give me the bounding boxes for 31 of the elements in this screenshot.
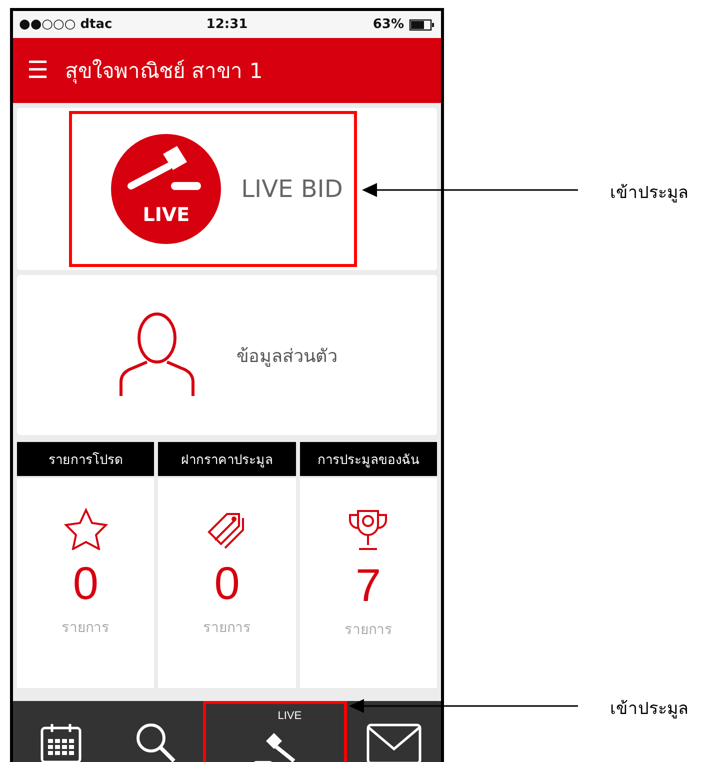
profile-label: ข้อมูลส่วนตัว xyxy=(236,344,338,369)
stat-unit: รายการ xyxy=(62,619,110,638)
stat-card[interactable]: 0 รายการ xyxy=(158,478,296,688)
stat-unit: รายการ xyxy=(344,621,392,640)
battery-icon xyxy=(409,18,435,30)
stat-header: การประมูลของฉัน xyxy=(300,442,437,476)
annotation-label: เข้าประมูล xyxy=(610,698,688,721)
menu-button[interactable]: ☰ xyxy=(27,56,49,85)
live-bid-card[interactable]: LIVE LIVE BID xyxy=(17,108,437,270)
stat-header: ฝากราคาประมูล xyxy=(158,442,296,476)
stat-unit: รายการ xyxy=(202,619,251,638)
battery-percent: 63% xyxy=(372,17,404,32)
stat-count: 7 xyxy=(356,558,382,612)
stat-header: รายการโปรด xyxy=(17,442,154,476)
live-gavel-icon: LIVE xyxy=(111,134,222,244)
stat-count: 0 xyxy=(214,556,240,610)
clock-time: 12:31 xyxy=(206,17,248,32)
tab-bar-button[interactable]: LIVE xyxy=(203,701,347,762)
annotation-label: เข้าประมูล xyxy=(610,182,688,205)
live-bid-label: LIVE BID xyxy=(241,175,343,203)
star-icon xyxy=(64,508,108,550)
search-icon xyxy=(134,721,178,762)
stat-count: 0 xyxy=(72,556,98,610)
header-title: สุขใจพาณิชย์ สาขา 1 xyxy=(65,58,263,86)
stat-card[interactable]: 0 รายการ xyxy=(17,478,154,688)
stat-card[interactable]: 7 รายการ xyxy=(300,478,437,688)
profile-card[interactable]: ข้อมูลส่วนตัว xyxy=(17,275,437,435)
live-label: LIVE xyxy=(278,710,302,722)
carrier-label: ●●○○○ dtac xyxy=(19,17,114,32)
mail-icon xyxy=(366,723,422,762)
calendar-icon xyxy=(38,721,82,762)
